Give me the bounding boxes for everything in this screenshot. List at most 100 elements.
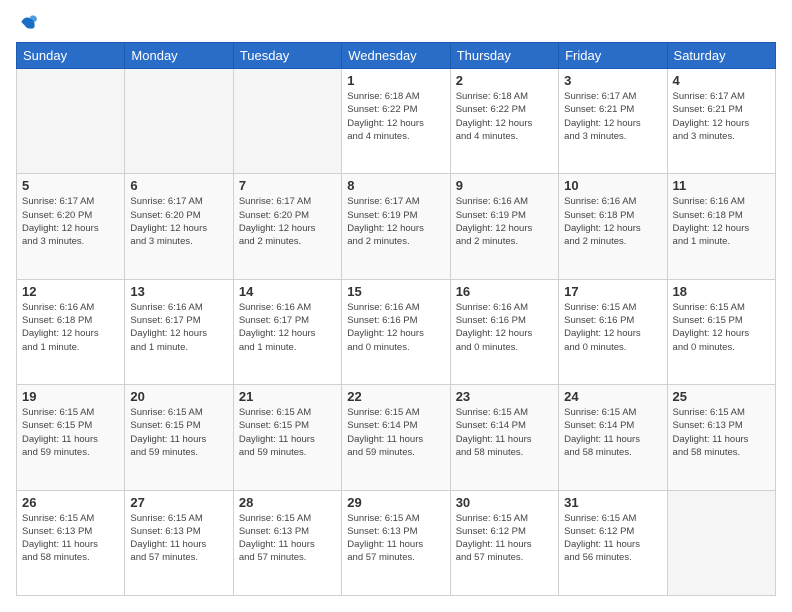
- day-info: Sunrise: 6:15 AM Sunset: 6:13 PM Dayligh…: [347, 512, 444, 565]
- day-number: 7: [239, 178, 336, 193]
- day-number: 26: [22, 495, 119, 510]
- day-number: 12: [22, 284, 119, 299]
- day-info: Sunrise: 6:15 AM Sunset: 6:13 PM Dayligh…: [22, 512, 119, 565]
- day-info: Sunrise: 6:16 AM Sunset: 6:18 PM Dayligh…: [564, 195, 661, 248]
- calendar-cell: 22 Sunrise: 6:15 AM Sunset: 6:14 PM Dayli…: [342, 385, 450, 490]
- calendar-cell: 16 Sunrise: 6:16 AM Sunset: 6:16 PM Dayli…: [450, 279, 558, 384]
- calendar-week-row: 19 Sunrise: 6:15 AM Sunset: 6:15 PM Dayli…: [17, 385, 776, 490]
- calendar-header-row: SundayMondayTuesdayWednesdayThursdayFrid…: [17, 43, 776, 69]
- day-number: 18: [673, 284, 770, 299]
- calendar-week-row: 26 Sunrise: 6:15 AM Sunset: 6:13 PM Dayli…: [17, 490, 776, 595]
- day-number: 5: [22, 178, 119, 193]
- day-info: Sunrise: 6:17 AM Sunset: 6:21 PM Dayligh…: [673, 90, 770, 143]
- calendar-cell: 30 Sunrise: 6:15 AM Sunset: 6:12 PM Dayli…: [450, 490, 558, 595]
- day-number: 21: [239, 389, 336, 404]
- day-info: Sunrise: 6:16 AM Sunset: 6:17 PM Dayligh…: [239, 301, 336, 354]
- day-number: 29: [347, 495, 444, 510]
- calendar-cell: 1 Sunrise: 6:18 AM Sunset: 6:22 PM Daylig…: [342, 69, 450, 174]
- calendar-cell: 23 Sunrise: 6:15 AM Sunset: 6:14 PM Dayli…: [450, 385, 558, 490]
- calendar-cell: 14 Sunrise: 6:16 AM Sunset: 6:17 PM Dayli…: [233, 279, 341, 384]
- day-number: 2: [456, 73, 553, 88]
- day-info: Sunrise: 6:15 AM Sunset: 6:12 PM Dayligh…: [564, 512, 661, 565]
- calendar-cell: 6 Sunrise: 6:17 AM Sunset: 6:20 PM Daylig…: [125, 174, 233, 279]
- day-info: Sunrise: 6:15 AM Sunset: 6:14 PM Dayligh…: [564, 406, 661, 459]
- calendar-cell: 15Sunrise: 6:16 AM Sunset: 6:16 PM Dayli…: [342, 279, 450, 384]
- day-number: 17: [564, 284, 661, 299]
- day-info: Sunrise: 6:17 AM Sunset: 6:21 PM Dayligh…: [564, 90, 661, 143]
- day-number: 16: [456, 284, 553, 299]
- day-number: 30: [456, 495, 553, 510]
- day-number: 28: [239, 495, 336, 510]
- day-number: 20: [130, 389, 227, 404]
- day-info: Sunrise: 6:17 AM Sunset: 6:19 PM Dayligh…: [347, 195, 444, 248]
- day-info: Sunrise: 6:15 AM Sunset: 6:15 PM Dayligh…: [130, 406, 227, 459]
- calendar-cell: 12 Sunrise: 6:16 AM Sunset: 6:18 PM Dayli…: [17, 279, 125, 384]
- calendar-cell: 3Sunrise: 6:17 AM Sunset: 6:21 PM Daylig…: [559, 69, 667, 174]
- day-info: Sunrise: 6:16 AM Sunset: 6:17 PM Dayligh…: [130, 301, 227, 354]
- weekday-header: Tuesday: [233, 43, 341, 69]
- day-number: 25: [673, 389, 770, 404]
- day-number: 22: [347, 389, 444, 404]
- day-info: Sunrise: 6:17 AM Sunset: 6:20 PM Dayligh…: [130, 195, 227, 248]
- day-info: Sunrise: 6:16 AM Sunset: 6:16 PM Dayligh…: [347, 301, 444, 354]
- calendar-cell: 20 Sunrise: 6:15 AM Sunset: 6:15 PM Dayli…: [125, 385, 233, 490]
- day-info: Sunrise: 6:18 AM Sunset: 6:22 PM Dayligh…: [456, 90, 553, 143]
- day-info: Sunrise: 6:15 AM Sunset: 6:12 PM Dayligh…: [456, 512, 553, 565]
- logo-icon: [18, 12, 38, 32]
- day-number: 23: [456, 389, 553, 404]
- page: SundayMondayTuesdayWednesdayThursdayFrid…: [0, 0, 792, 612]
- day-number: 13: [130, 284, 227, 299]
- calendar-cell: 5Sunrise: 6:17 AM Sunset: 6:20 PM Daylig…: [17, 174, 125, 279]
- calendar-cell: [233, 69, 341, 174]
- logo: [16, 16, 38, 32]
- day-info: Sunrise: 6:18 AM Sunset: 6:22 PM Dayligh…: [347, 90, 444, 143]
- calendar-cell: 29 Sunrise: 6:15 AM Sunset: 6:13 PM Dayli…: [342, 490, 450, 595]
- day-number: 11: [673, 178, 770, 193]
- calendar-cell: 9 Sunrise: 6:16 AM Sunset: 6:19 PM Daylig…: [450, 174, 558, 279]
- calendar-cell: 26 Sunrise: 6:15 AM Sunset: 6:13 PM Dayli…: [17, 490, 125, 595]
- day-info: Sunrise: 6:17 AM Sunset: 6:20 PM Dayligh…: [239, 195, 336, 248]
- day-number: 6: [130, 178, 227, 193]
- day-info: Sunrise: 6:15 AM Sunset: 6:16 PM Dayligh…: [564, 301, 661, 354]
- calendar-cell: 27 Sunrise: 6:15 AM Sunset: 6:13 PM Dayli…: [125, 490, 233, 595]
- calendar-cell: [667, 490, 775, 595]
- day-info: Sunrise: 6:16 AM Sunset: 6:18 PM Dayligh…: [22, 301, 119, 354]
- calendar-cell: 18Sunrise: 6:15 AM Sunset: 6:15 PM Dayli…: [667, 279, 775, 384]
- weekday-header: Thursday: [450, 43, 558, 69]
- day-number: 19: [22, 389, 119, 404]
- calendar-cell: 8 Sunrise: 6:17 AM Sunset: 6:19 PM Daylig…: [342, 174, 450, 279]
- calendar-cell: 25 Sunrise: 6:15 AM Sunset: 6:13 PM Dayli…: [667, 385, 775, 490]
- calendar-week-row: 5 Sunrise: 6:17 AM Sunset: 6:20 PM Daylig…: [17, 174, 776, 279]
- day-number: 10: [564, 178, 661, 193]
- weekday-header: Saturday: [667, 43, 775, 69]
- day-number: 1: [347, 73, 444, 88]
- calendar-cell: 31Sunrise: 6:15 AM Sunset: 6:12 PM Dayli…: [559, 490, 667, 595]
- calendar-cell: [17, 69, 125, 174]
- weekday-header: Friday: [559, 43, 667, 69]
- day-info: Sunrise: 6:16 AM Sunset: 6:16 PM Dayligh…: [456, 301, 553, 354]
- header: [16, 16, 776, 32]
- day-number: 8: [347, 178, 444, 193]
- calendar-cell: 21Sunrise: 6:15 AM Sunset: 6:15 PM Dayli…: [233, 385, 341, 490]
- calendar-cell: 7 Sunrise: 6:17 AM Sunset: 6:20 PM Daylig…: [233, 174, 341, 279]
- day-number: 27: [130, 495, 227, 510]
- calendar-cell: 28 Sunrise: 6:15 AM Sunset: 6:13 PM Dayli…: [233, 490, 341, 595]
- day-info: Sunrise: 6:15 AM Sunset: 6:14 PM Dayligh…: [456, 406, 553, 459]
- weekday-header: Wednesday: [342, 43, 450, 69]
- weekday-header: Sunday: [17, 43, 125, 69]
- day-info: Sunrise: 6:15 AM Sunset: 6:14 PM Dayligh…: [347, 406, 444, 459]
- calendar-cell: 19 Sunrise: 6:15 AM Sunset: 6:15 PM Dayli…: [17, 385, 125, 490]
- calendar-cell: 13 Sunrise: 6:16 AM Sunset: 6:17 PM Dayli…: [125, 279, 233, 384]
- calendar-week-row: 1 Sunrise: 6:18 AM Sunset: 6:22 PM Daylig…: [17, 69, 776, 174]
- calendar-cell: 10 Sunrise: 6:16 AM Sunset: 6:18 PM Dayli…: [559, 174, 667, 279]
- day-info: Sunrise: 6:15 AM Sunset: 6:13 PM Dayligh…: [130, 512, 227, 565]
- day-info: Sunrise: 6:15 AM Sunset: 6:15 PM Dayligh…: [22, 406, 119, 459]
- day-number: 9: [456, 178, 553, 193]
- day-info: Sunrise: 6:15 AM Sunset: 6:13 PM Dayligh…: [239, 512, 336, 565]
- day-info: Sunrise: 6:16 AM Sunset: 6:19 PM Dayligh…: [456, 195, 553, 248]
- day-number: 24: [564, 389, 661, 404]
- calendar-cell: 4 Sunrise: 6:17 AM Sunset: 6:21 PM Daylig…: [667, 69, 775, 174]
- day-info: Sunrise: 6:15 AM Sunset: 6:13 PM Dayligh…: [673, 406, 770, 459]
- day-number: 14: [239, 284, 336, 299]
- day-number: 4: [673, 73, 770, 88]
